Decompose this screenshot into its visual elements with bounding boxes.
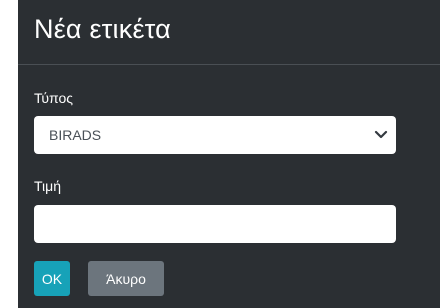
type-select-value: BIRADS — [49, 127, 102, 143]
ok-button[interactable]: OK — [34, 261, 70, 296]
chevron-down-icon — [374, 130, 388, 139]
value-input[interactable] — [34, 205, 396, 243]
value-label: Τιμή — [34, 178, 61, 194]
header-divider — [18, 64, 440, 65]
type-label: Τύπος — [34, 90, 73, 106]
type-select[interactable]: BIRADS — [34, 116, 396, 154]
new-tag-dialog: Νέα ετικέτα Τύπος BIRADS Τιμή OK Άκυρο — [18, 0, 440, 308]
cancel-button[interactable]: Άκυρο — [88, 261, 164, 296]
dialog-title: Νέα ετικέτα — [34, 14, 171, 44]
